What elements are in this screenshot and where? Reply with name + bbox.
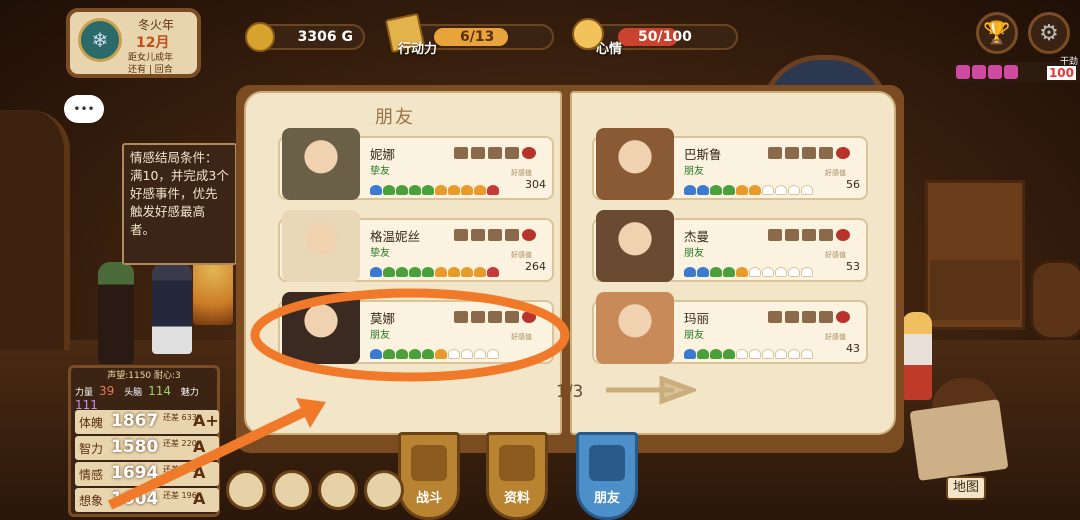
- highlight-ellipse: [250, 288, 570, 382]
- highlight-arrow: [107, 405, 311, 510]
- annotation-overlay: [107, 288, 570, 510]
